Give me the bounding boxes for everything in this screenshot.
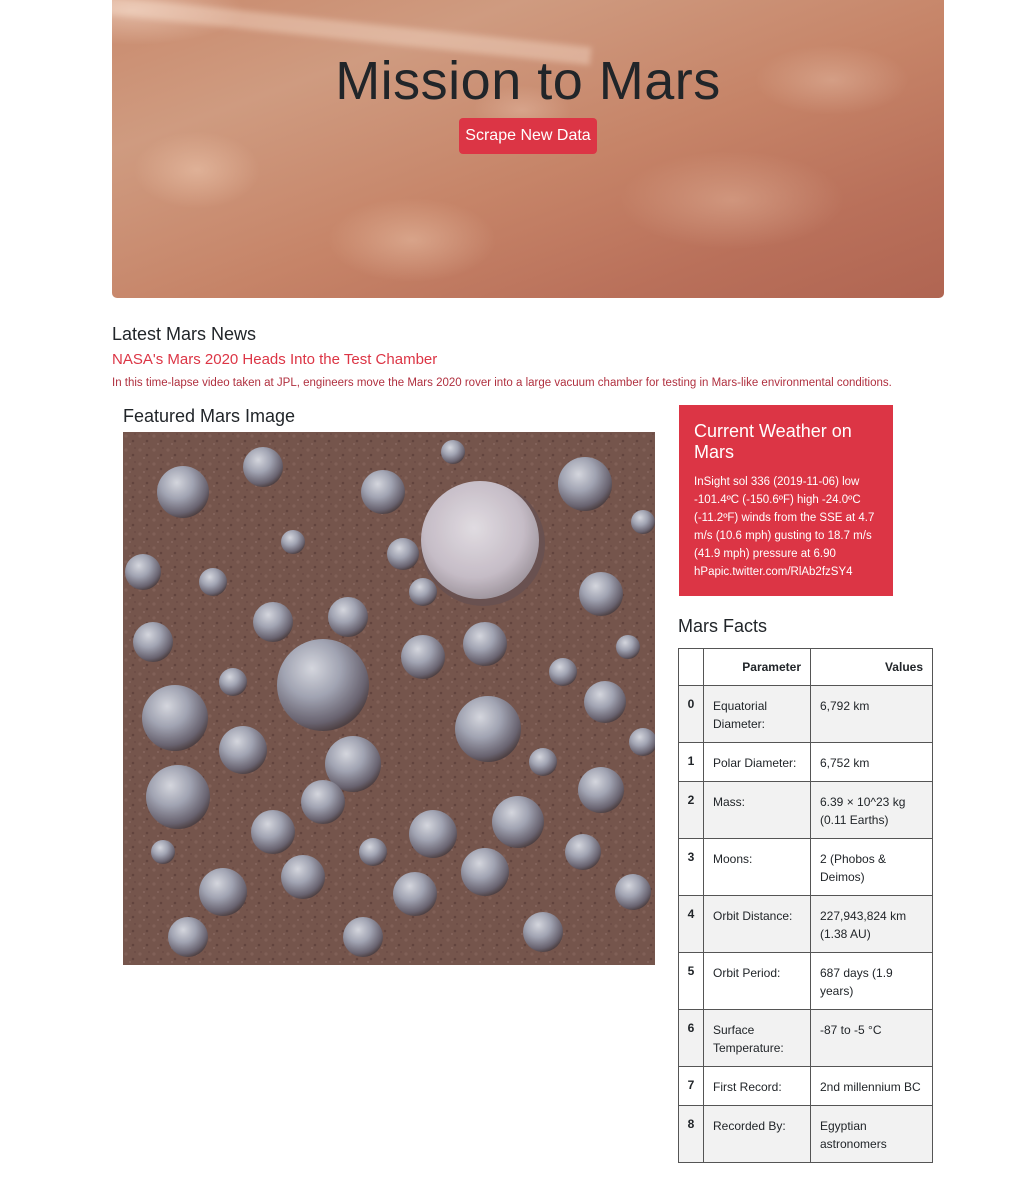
table-row: 5 Orbit Period: 687 days (1.9 years) [678,952,933,1010]
table-row: 0 Equatorial Diameter: 6,792 km [678,685,933,743]
facts-heading: Mars Facts [678,616,768,636]
row-parameter: Orbit Period: [703,952,811,1010]
news-heading: Latest Mars News [112,324,257,344]
column-header-parameter: Parameter [703,648,811,686]
row-parameter: Recorded By: [703,1105,811,1163]
table-row: 1 Polar Diameter: 6,752 km [678,742,933,782]
hero-banner: Mission to Mars Scrape New Data [112,0,944,298]
row-parameter: Polar Diameter: [703,742,811,782]
row-value: 687 days (1.9 years) [810,952,933,1010]
column-header-values: Values [810,648,933,686]
row-index: 1 [678,742,704,782]
row-parameter: Equatorial Diameter: [703,685,811,743]
row-value: 6.39 × 10^23 kg (0.11 Earths) [810,781,933,839]
row-index: 6 [678,1009,704,1067]
table-row: 4 Orbit Distance: 227,943,824 km (1.38 A… [678,895,933,953]
row-parameter: Moons: [703,838,811,896]
row-parameter: Surface Temperature: [703,1009,811,1067]
scrape-new-data-button[interactable]: Scrape New Data [459,118,597,154]
row-index: 8 [678,1105,704,1163]
row-index: 0 [678,685,704,743]
page-title: Mission to Mars [335,51,721,111]
table-row: 7 First Record: 2nd millennium BC [678,1066,933,1106]
table-row: 8 Recorded By: Egyptian astronomers [678,1105,933,1163]
table-row: 3 Moons: 2 (Phobos & Deimos) [678,838,933,896]
row-index: 7 [678,1066,704,1106]
table-header-row: Parameter Values [678,648,933,686]
row-value: 2 (Phobos & Deimos) [810,838,933,896]
weather-card: Current Weather on Mars InSight sol 336 … [679,405,893,596]
row-value: Egyptian astronomers [810,1105,933,1163]
weather-heading: Current Weather on Mars [694,421,852,462]
row-value: 2nd millennium BC [810,1066,933,1106]
table-row: 6 Surface Temperature: -87 to -5 °C [678,1009,933,1067]
row-value: -87 to -5 °C [810,1009,933,1067]
row-value: 6,792 km [810,685,933,743]
row-value: 6,752 km [810,742,933,782]
row-parameter: Mass: [703,781,811,839]
row-index: 2 [678,781,704,839]
news-title-link[interactable]: NASA's Mars 2020 Heads Into the Test Cha… [112,351,437,368]
featured-mars-image [123,432,655,965]
column-header-index [678,648,704,686]
weather-text: InSight sol 336 (2019-11-06) low -101.4º… [694,476,875,578]
mars-facts-table: Parameter Values 0 Equatorial Diameter: … [678,648,933,1163]
row-index: 4 [678,895,704,953]
news-paragraph: In this time-lapse video taken at JPL, e… [112,377,892,389]
row-index: 3 [678,838,704,896]
featured-image-heading: Featured Mars Image [123,406,296,426]
row-index: 5 [678,952,704,1010]
row-parameter: First Record: [703,1066,811,1106]
row-parameter: Orbit Distance: [703,895,811,953]
row-value: 227,943,824 km (1.38 AU) [810,895,933,953]
table-row: 2 Mass: 6.39 × 10^23 kg (0.11 Earths) [678,781,933,839]
